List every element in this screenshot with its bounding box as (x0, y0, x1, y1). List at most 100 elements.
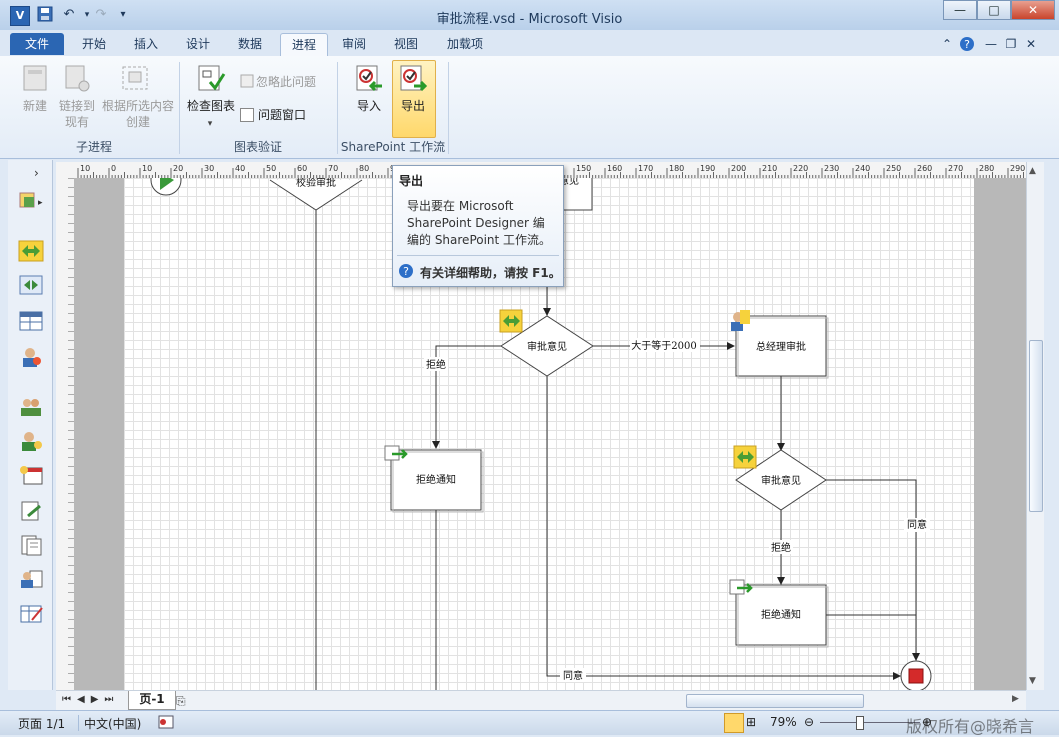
create-from-selection-button[interactable]: 根据所选内容 创建 (100, 98, 176, 130)
scroll-down-icon[interactable]: ▼ (1029, 676, 1036, 686)
collect-feedback-icon[interactable] (18, 430, 44, 452)
doc-restore-icon[interactable]: ❐ (1002, 33, 1020, 55)
subprocess-group-label: 子进程 (75, 140, 112, 154)
ruler-label: 270 (948, 164, 963, 173)
zoom-slider-thumb[interactable] (856, 716, 864, 730)
vertical-scrollbar[interactable]: ▲ ▼ (1026, 162, 1044, 690)
svg-text:?: ? (964, 38, 970, 51)
connector-agree-1[interactable] (546, 376, 901, 680)
zoom-slider-track[interactable] (820, 722, 920, 723)
issues-window-checkbox[interactable] (240, 108, 254, 122)
end-node[interactable] (900, 660, 932, 690)
status-language[interactable]: 中文(中国) (84, 715, 141, 732)
table-shape-icon[interactable] (18, 310, 44, 332)
scroll-up-icon[interactable]: ▲ (1029, 166, 1036, 176)
ruler-label: 200 (731, 164, 746, 173)
action-badge-2[interactable] (733, 445, 757, 469)
tooltip-body: 导出要在 Microsoft SharePoint Designer 编 编的 … (407, 198, 551, 249)
tooltip-title: 导出 (399, 174, 424, 188)
shapes-menu-icon[interactable]: ▸ (18, 190, 44, 212)
expand-shapes-icon[interactable]: › (34, 166, 39, 180)
zoom-level[interactable]: 79% (770, 715, 797, 729)
import-workflow-button[interactable]: 导入 (346, 98, 392, 114)
normal-view-icon[interactable] (724, 713, 744, 733)
reject-notice-node-1[interactable]: 拒绝通知 (390, 449, 484, 513)
document-list-icon[interactable] (18, 534, 44, 556)
issues-window-label: 问题窗口 (258, 108, 307, 122)
tab-insert[interactable]: 插入 (124, 33, 168, 55)
minimize-button[interactable]: — (943, 0, 977, 20)
page-tab-bar: ⏮◀▶⏭ 页-1 ⎘ ▶ (56, 690, 1026, 711)
ruler-label: 240 (855, 164, 870, 173)
email-badge-1[interactable] (384, 445, 408, 461)
ruler-label: 280 (979, 164, 994, 173)
tab-view[interactable]: 视图 (384, 33, 428, 55)
watermark-text: 版权所有@晓希言 (906, 717, 1035, 736)
vertical-scroll-thumb[interactable] (1029, 340, 1043, 512)
connector-agree-2[interactable] (826, 479, 920, 661)
compare-data-icon[interactable] (18, 274, 44, 296)
schedule-task-icon[interactable] (18, 464, 44, 486)
email-badge-2[interactable] (729, 579, 753, 595)
start-node[interactable] (150, 178, 182, 196)
doc-minimize-icon[interactable]: — (982, 33, 1000, 55)
decision-1-label: 审批意见 (527, 340, 567, 353)
tab-data[interactable]: 数据 (228, 33, 272, 55)
link-existing-label-1: 链接到 (58, 99, 95, 113)
macro-record-icon[interactable] (158, 715, 174, 729)
status-page: 页面 1/1 (18, 717, 66, 731)
maximize-button[interactable]: □ (977, 0, 1011, 20)
decision-check-partial-label: 校验审批 (296, 178, 336, 189)
edit-list-item-icon[interactable] (18, 602, 44, 624)
help-icon[interactable]: ? (958, 33, 976, 55)
decision-check-partial[interactable]: 校验审批 (269, 178, 363, 211)
tab-review[interactable]: 审阅 (332, 33, 376, 55)
ruler-label: 20 (173, 164, 183, 173)
tab-home[interactable]: 开始 (72, 33, 116, 55)
tab-design[interactable]: 设计 (176, 33, 220, 55)
edge-label-ge2000: 大于等于2000 (631, 339, 696, 352)
export-workflow-icon (398, 64, 428, 94)
doc-close-icon[interactable]: ✕ (1022, 33, 1040, 55)
check-diagram-dropdown-icon[interactable]: ▾ (202, 116, 218, 132)
export-workflow-button[interactable]: 导出 (390, 98, 436, 114)
page-tab-1[interactable]: 页-1 (128, 691, 176, 710)
action-shape-icon[interactable] (18, 240, 44, 262)
check-diagram-icon (196, 64, 226, 94)
ruler-label: 160 (607, 164, 622, 173)
action-badge-1[interactable] (499, 309, 523, 333)
ruler-label: 290 (1010, 164, 1025, 173)
tab-file[interactable]: 文件 (10, 33, 64, 55)
tooltip-help-icon: ? (398, 263, 414, 279)
close-button[interactable]: ✕ (1011, 0, 1055, 20)
ruler-label: 30 (204, 164, 214, 173)
vertical-ruler (56, 178, 75, 690)
ribbon-separator (448, 62, 449, 154)
tooltip-divider (397, 255, 559, 256)
ignore-issue-button[interactable]: 忽略此问题 (256, 74, 336, 90)
check-diagram-button[interactable]: 检查图表 (182, 98, 240, 114)
ruler-label: 170 (638, 164, 653, 173)
reject-notice-node-2[interactable]: 拒绝通知 (735, 584, 829, 648)
assign-user-icon[interactable] (18, 568, 44, 590)
link-existing-button[interactable]: 链接到 现有 (54, 98, 100, 130)
fullscreen-view-icon[interactable]: ⊞ (746, 715, 756, 729)
ruler-label: 10 (142, 164, 152, 173)
scroll-right-icon[interactable]: ▶ (1012, 694, 1019, 704)
ruler-label: 210 (762, 164, 777, 173)
user-approval-icon[interactable] (18, 346, 44, 368)
gm-approval-node[interactable]: 总经理审批 (735, 315, 829, 379)
zoom-out-icon[interactable]: ⊖ (804, 715, 814, 729)
tab-addins[interactable]: 加载项 (436, 33, 494, 55)
ribbon-collapse-icon[interactable]: ⌃ (938, 33, 956, 55)
new-subprocess-button[interactable]: 新建 (12, 98, 58, 114)
page-nav-icons[interactable]: ⏮◀▶⏭ (62, 694, 119, 705)
edge-label-agree-2: 同意 (907, 518, 927, 531)
group-approval-icon[interactable] (18, 396, 44, 418)
import-workflow-icon (354, 64, 384, 94)
ruler-label: 0 (111, 164, 116, 173)
horizontal-scroll-thumb[interactable] (686, 694, 864, 708)
edit-document-icon[interactable] (18, 500, 44, 522)
insert-page-icon[interactable]: ⎘ (176, 694, 186, 709)
tab-process[interactable]: 进程 (280, 33, 328, 56)
